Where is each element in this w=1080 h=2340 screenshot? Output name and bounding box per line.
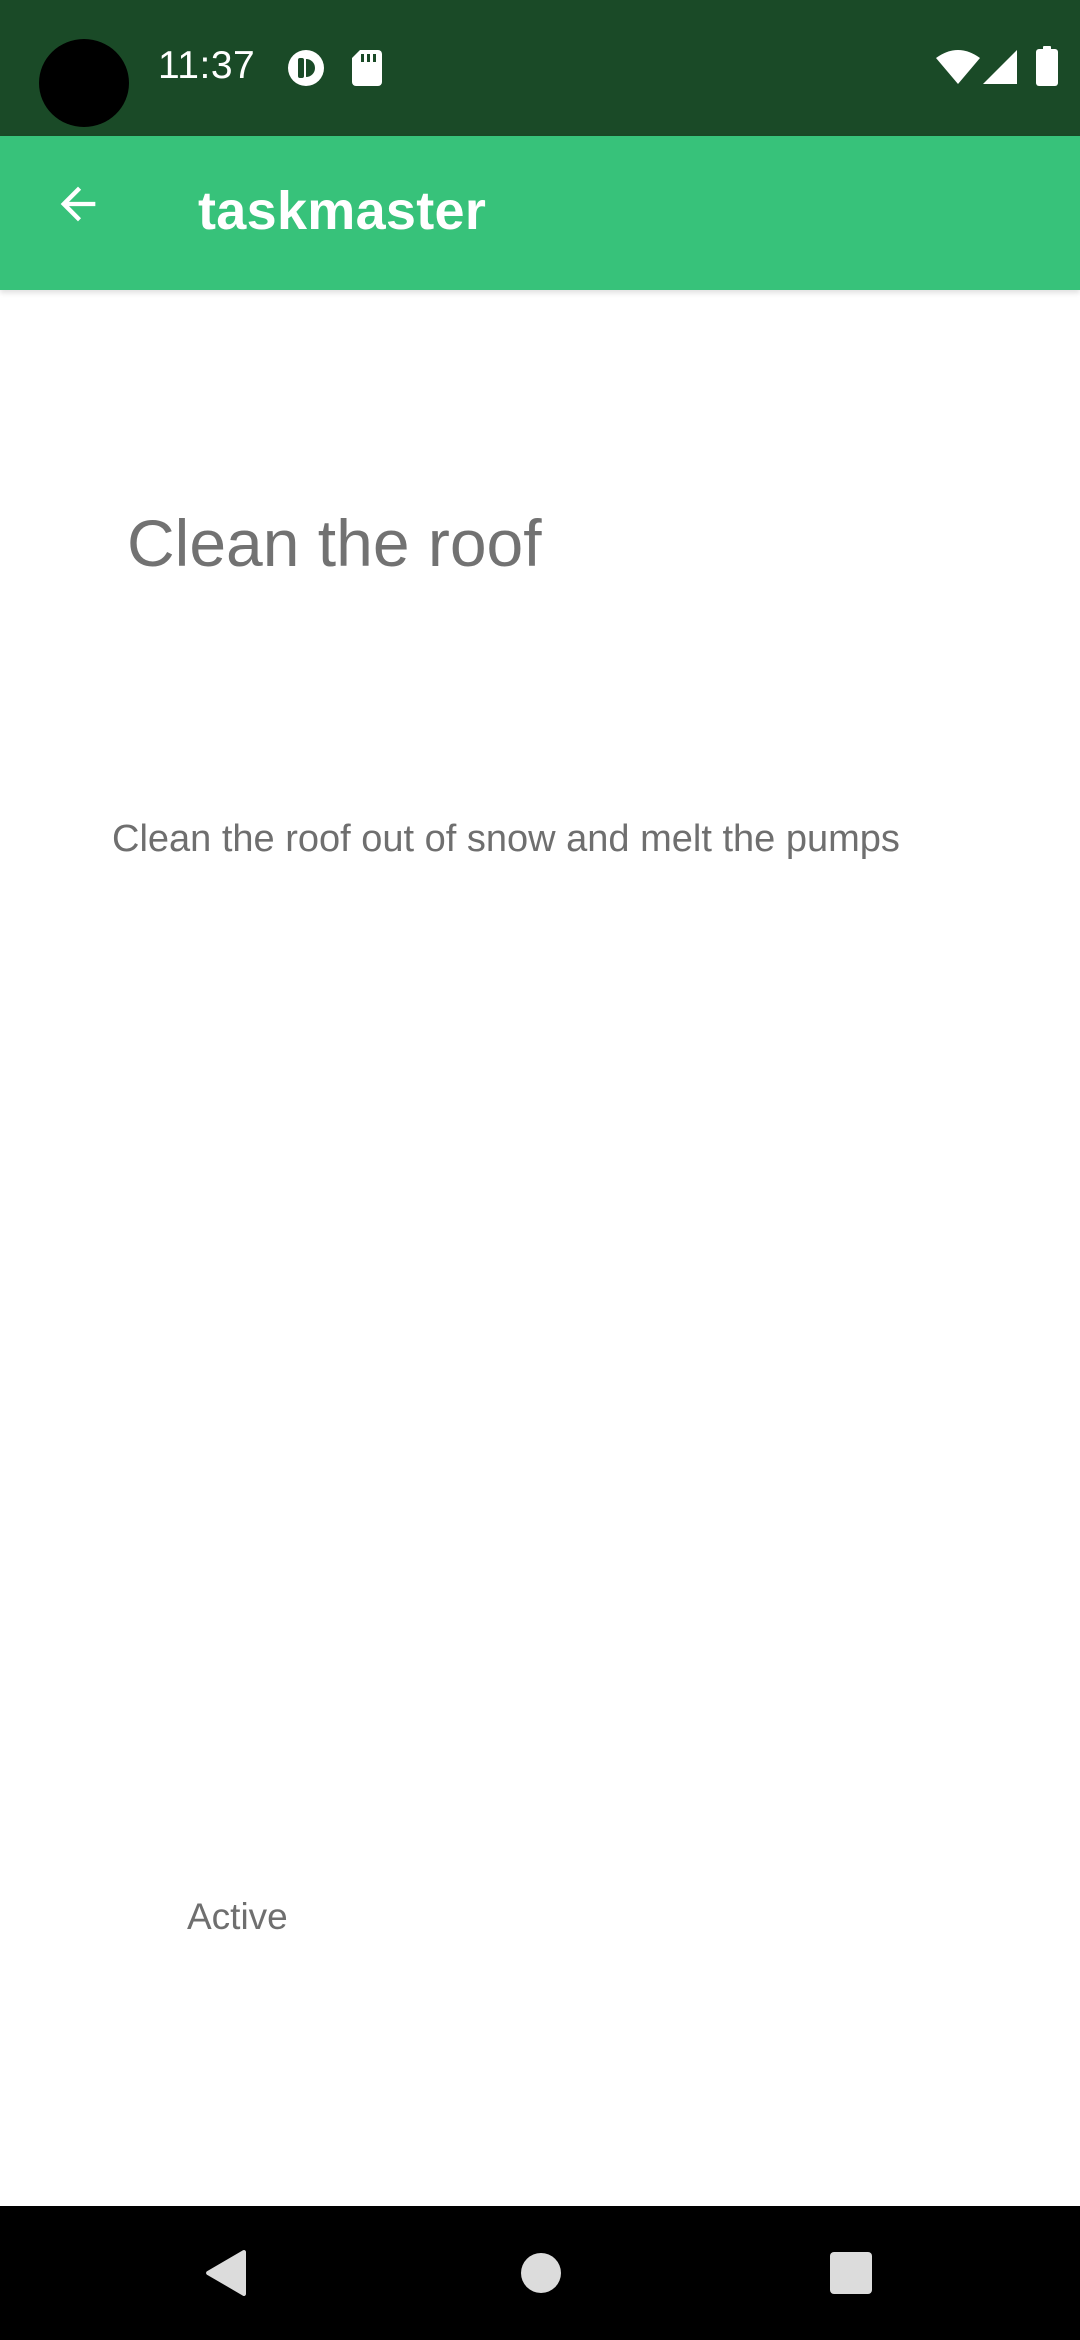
home-circle-icon bbox=[521, 2253, 561, 2293]
status-bar: 11:37 bbox=[0, 0, 1080, 136]
task-title: Clean the roof bbox=[127, 506, 542, 580]
notification-icon bbox=[288, 50, 324, 86]
wifi-icon bbox=[936, 50, 980, 84]
back-triangle-icon bbox=[206, 2250, 246, 2296]
sd-card-icon bbox=[352, 50, 382, 86]
back-button[interactable] bbox=[30, 156, 126, 252]
battery-icon bbox=[1036, 46, 1058, 86]
task-body: Clean the roof out of snow and melt the … bbox=[112, 818, 900, 860]
signal-icon bbox=[983, 50, 1017, 84]
nav-back-button[interactable] bbox=[146, 2206, 306, 2340]
app-bar: taskmaster bbox=[0, 136, 1080, 290]
nav-home-button[interactable] bbox=[461, 2206, 621, 2340]
task-state: Active bbox=[187, 1896, 288, 1937]
status-time: 11:37 bbox=[158, 44, 256, 87]
camera-cutout bbox=[39, 39, 129, 127]
nav-recents-button[interactable] bbox=[771, 2206, 931, 2340]
arrow-left-icon bbox=[60, 186, 96, 222]
app-title: taskmaster bbox=[198, 181, 487, 241]
navigation-bar bbox=[0, 2206, 1080, 2340]
task-detail-screen: 11:37 taskmaster Clean the roof Clean th… bbox=[0, 0, 1080, 2340]
recents-square-icon bbox=[830, 2252, 872, 2294]
